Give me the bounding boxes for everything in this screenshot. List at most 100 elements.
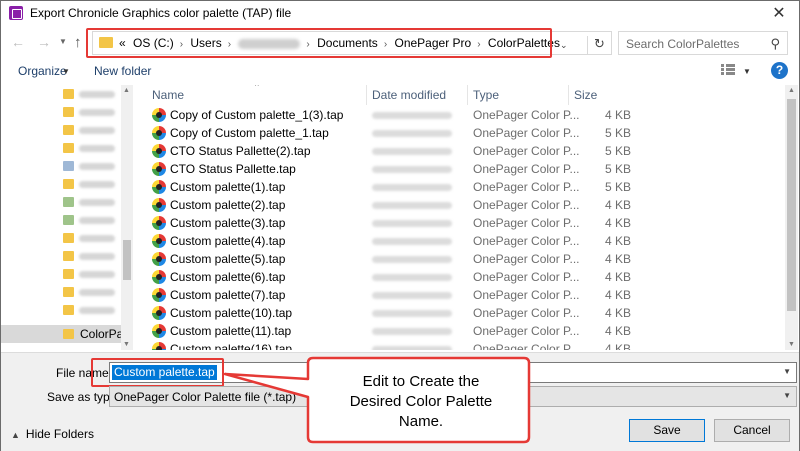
redacted-label	[79, 145, 115, 152]
date-modified-redacted	[372, 220, 452, 227]
file-row[interactable]: Custom palette(7).tap OnePager Color P...…	[134, 286, 799, 304]
cancel-button[interactable]: Cancel	[714, 419, 790, 442]
nav-item[interactable]	[1, 229, 121, 247]
file-type: OnePager Color P...	[473, 234, 580, 248]
save-button[interactable]: Save	[629, 419, 705, 442]
save-type-chevron-icon[interactable]: ▼	[783, 391, 791, 400]
address-dropdown-chevron-icon[interactable]: ⌄	[560, 40, 568, 51]
nav-item[interactable]	[1, 265, 121, 283]
scroll-thumb[interactable]	[787, 99, 796, 311]
help-icon[interactable]: ?	[771, 62, 788, 79]
navigation-pane: ColorPal	[1, 85, 134, 350]
nav-item[interactable]	[1, 85, 121, 103]
nav-item[interactable]	[1, 121, 121, 139]
nav-item[interactable]	[1, 283, 121, 301]
refresh-icon[interactable]: ↻	[587, 36, 611, 54]
redacted-label	[79, 199, 115, 206]
redacted-label	[79, 217, 115, 224]
color-palette-file-icon	[152, 162, 166, 176]
forward-arrow-icon[interactable]: →	[37, 34, 51, 50]
folder-icon	[63, 287, 74, 297]
nav-item[interactable]	[1, 301, 121, 319]
file-name: Copy of Custom palette_1.tap	[170, 126, 329, 140]
organize-button[interactable]: Organize	[18, 64, 67, 78]
color-palette-file-icon	[152, 234, 166, 248]
search-icon[interactable]: ⚲	[770, 36, 780, 52]
column-divider[interactable]	[568, 85, 569, 105]
column-header-size[interactable]: Size	[574, 85, 597, 105]
folder-icon	[63, 179, 74, 189]
color-palette-file-icon	[152, 198, 166, 212]
folder-icon	[63, 251, 74, 261]
file-row[interactable]: Custom palette(5).tap OnePager Color P...…	[134, 250, 799, 268]
back-arrow-icon[interactable]: ←	[11, 34, 25, 50]
column-divider[interactable]	[467, 85, 468, 105]
nav-item[interactable]	[1, 175, 121, 193]
scroll-up-icon[interactable]: ▲	[123, 87, 130, 94]
close-button[interactable]: ✕	[765, 3, 793, 25]
file-row[interactable]: Custom palette(1).tap OnePager Color P...…	[134, 178, 799, 196]
file-row[interactable]: Custom palette(16).tap OnePager Color P..…	[134, 340, 799, 350]
file-row[interactable]: Custom palette(6).tap OnePager Color P...…	[134, 268, 799, 286]
date-modified-redacted	[372, 256, 452, 263]
file-row[interactable]: Custom palette(10).tap OnePager Color P..…	[134, 304, 799, 322]
collapse-chevron-icon: ▲	[11, 430, 20, 440]
up-arrow-icon[interactable]: ↑	[74, 34, 82, 51]
search-input[interactable]: Search ColorPalettes ⚲	[618, 31, 788, 55]
date-modified-redacted	[372, 292, 452, 299]
view-options-icon[interactable]	[721, 64, 735, 76]
scroll-down-icon[interactable]: ▼	[788, 341, 795, 348]
file-row[interactable]: Custom palette(11).tap OnePager Color P..…	[134, 322, 799, 340]
file-list-scrollbar[interactable]: ▲ ▼	[785, 85, 798, 350]
file-row[interactable]: CTO Status Pallette.tap OnePager Color P.…	[134, 160, 799, 178]
column-header-type[interactable]: Type	[473, 85, 499, 105]
file-row[interactable]: Copy of Custom palette_1.tap OnePager Col…	[134, 124, 799, 142]
save-dialog: Export Chronicle Graphics color palette …	[0, 0, 800, 451]
date-modified-redacted	[372, 328, 452, 335]
date-modified-redacted	[372, 148, 452, 155]
scroll-thumb[interactable]	[123, 240, 131, 280]
file-size: 4 KB	[604, 198, 631, 212]
file-name-dropdown-chevron-icon[interactable]: ▼	[783, 367, 791, 376]
column-divider[interactable]	[366, 85, 367, 105]
organize-chevron-icon[interactable]: ▼	[62, 67, 70, 76]
file-row[interactable]: CTO Status Pallette(2).tap OnePager Color…	[134, 142, 799, 160]
scroll-down-icon[interactable]: ▼	[123, 341, 130, 348]
file-row[interactable]: Custom palette(4).tap OnePager Color P...…	[134, 232, 799, 250]
color-palette-file-icon	[152, 252, 166, 266]
redacted-label	[79, 91, 115, 98]
scroll-up-icon[interactable]: ▲	[788, 87, 795, 94]
new-folder-button[interactable]: New folder	[94, 64, 151, 78]
folder-icon	[63, 305, 74, 315]
column-header-date[interactable]: Date modified	[372, 85, 446, 105]
nav-item[interactable]	[1, 157, 121, 175]
file-row[interactable]: Custom palette(2).tap OnePager Color P...…	[134, 196, 799, 214]
file-row[interactable]: Copy of Custom palette_1(3).tap OnePager …	[134, 106, 799, 124]
nav-item-colorpalettes[interactable]: ColorPal	[1, 325, 126, 343]
date-modified-redacted	[372, 166, 452, 173]
nav-pane-scrollbar[interactable]: ▲ ▼	[121, 85, 133, 350]
hide-folders-button[interactable]: ▲ Hide Folders	[11, 427, 94, 441]
redacted-label	[79, 271, 115, 278]
nav-item[interactable]	[1, 247, 121, 265]
view-options-chevron-icon[interactable]: ▼	[743, 67, 751, 76]
column-header-name[interactable]: Name	[152, 85, 184, 105]
file-size: 4 KB	[604, 324, 631, 338]
nav-item[interactable]	[1, 193, 121, 211]
file-name: CTO Status Pallette.tap	[170, 162, 296, 176]
file-type: OnePager Color P...	[473, 306, 580, 320]
nav-item[interactable]	[1, 103, 121, 121]
cloud-folder-icon	[63, 161, 74, 171]
file-type: OnePager Color P...	[473, 108, 580, 122]
color-palette-file-icon	[152, 342, 166, 350]
recent-locations-chevron-icon[interactable]: ▼	[59, 37, 67, 46]
nav-item[interactable]	[1, 139, 121, 157]
file-type: OnePager Color P...	[473, 144, 580, 158]
redacted-label	[79, 127, 115, 134]
address-highlight-box	[86, 28, 552, 58]
file-row[interactable]: Custom palette(3).tap OnePager Color P...…	[134, 214, 799, 232]
file-type: OnePager Color P...	[473, 126, 580, 140]
date-modified-redacted	[372, 274, 452, 281]
file-size: 4 KB	[604, 108, 631, 122]
nav-item[interactable]	[1, 211, 121, 229]
